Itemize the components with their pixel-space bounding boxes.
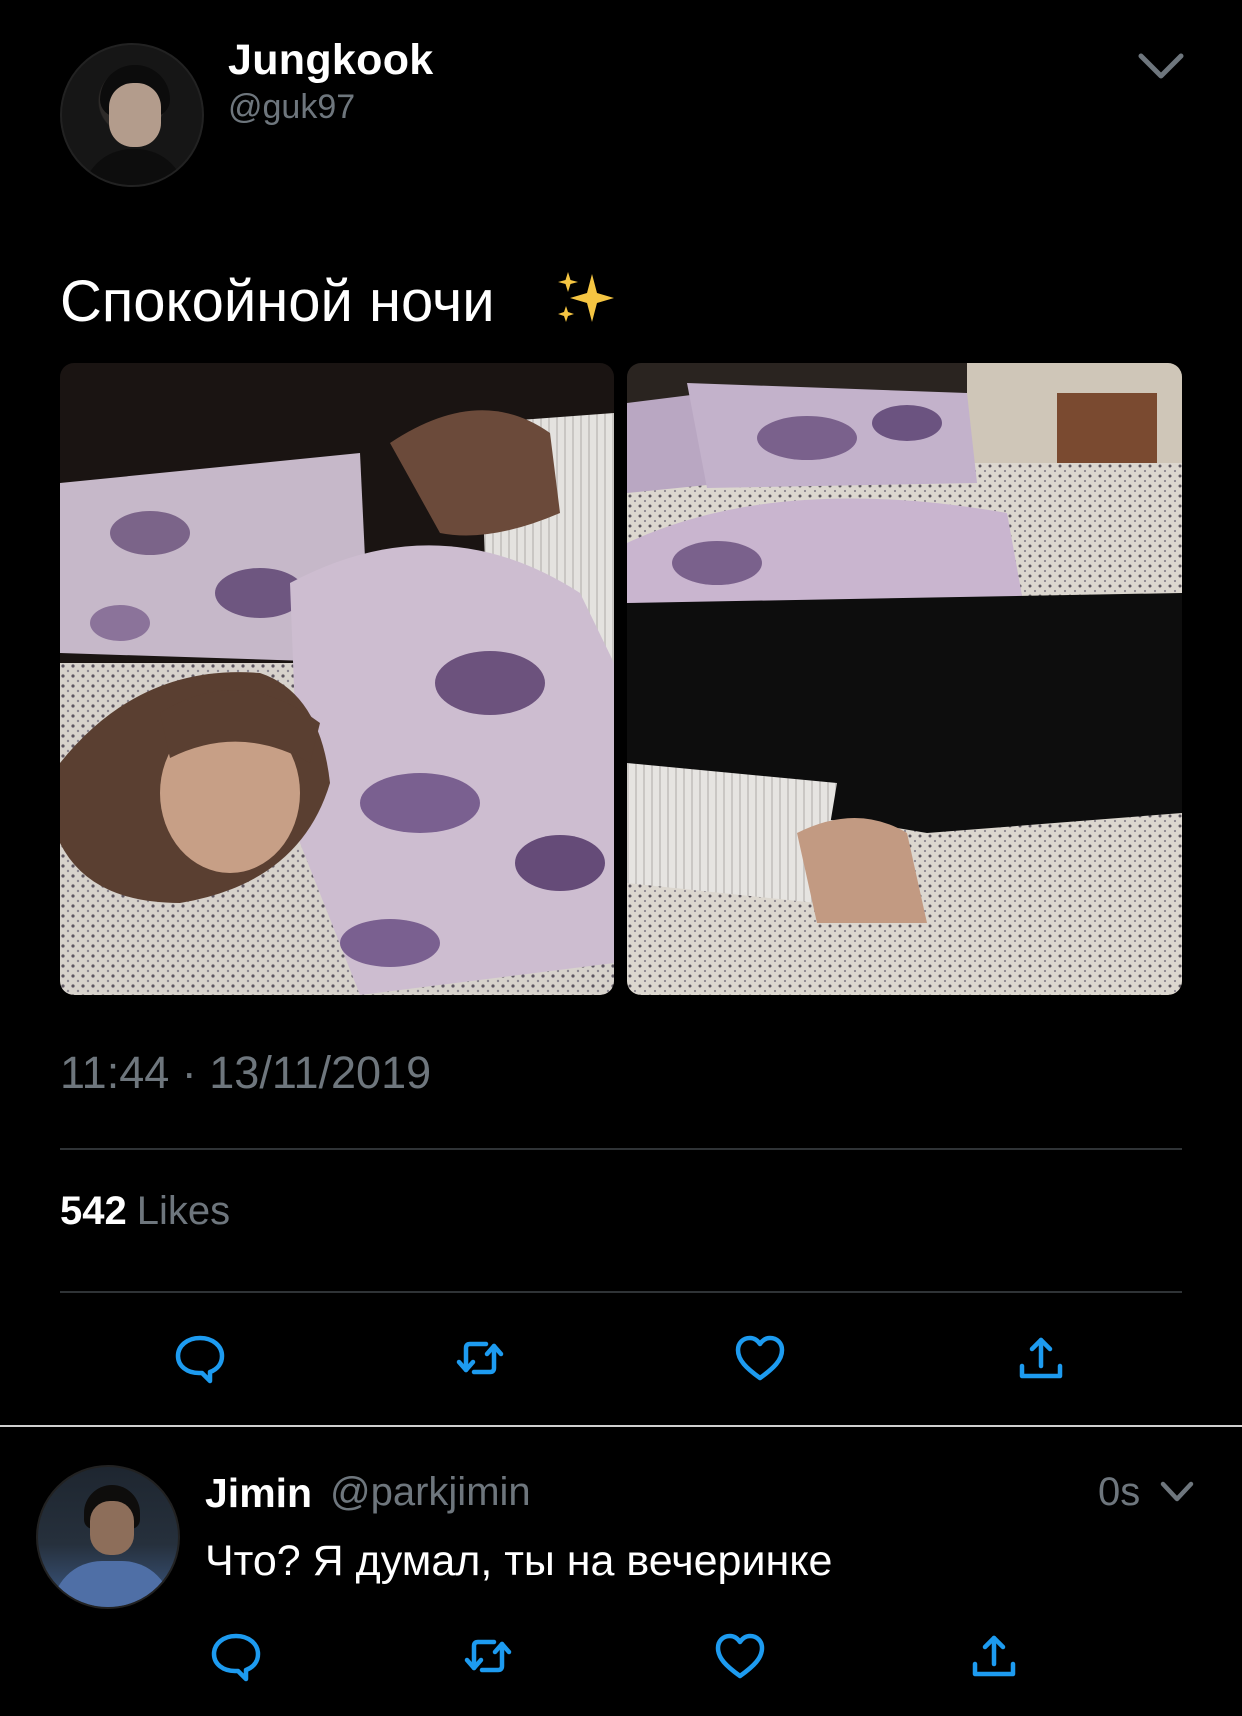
photo-2-image [627, 363, 1182, 995]
retweet-icon[interactable] [460, 1628, 516, 1684]
share-icon[interactable] [1013, 1330, 1069, 1386]
avatar-body [82, 149, 186, 185]
tweet-photo-1[interactable] [60, 363, 614, 995]
author-name[interactable]: Jungkook [228, 36, 433, 85]
reply-icon[interactable] [208, 1628, 264, 1684]
sparkles-icon [558, 272, 614, 322]
retweet-icon[interactable] [452, 1330, 508, 1386]
section-divider [0, 1425, 1242, 1427]
divider [60, 1291, 1182, 1293]
reply-author-name[interactable]: Jimin [205, 1470, 312, 1517]
reply-author-avatar[interactable] [36, 1465, 180, 1609]
photo-1-image [60, 363, 614, 995]
tweet-photo-2[interactable] [627, 363, 1182, 995]
avatar-face [90, 1501, 134, 1555]
chevron-down-icon[interactable] [1158, 1474, 1196, 1510]
chevron-down-icon[interactable] [1133, 46, 1189, 86]
divider [60, 1148, 1182, 1150]
author-avatar[interactable] [60, 43, 204, 187]
likes-label: Likes [136, 1189, 231, 1233]
likes-count: 542 [60, 1189, 127, 1233]
avatar-face [109, 83, 161, 147]
like-icon[interactable] [712, 1628, 768, 1684]
reply-icon[interactable] [172, 1330, 228, 1386]
tweet-timestamp: 11:44 · 13/11/2019 [60, 1047, 432, 1098]
reply-timestamp: 0s [1098, 1470, 1141, 1514]
tweet-text: Спокойной ночи [60, 269, 495, 334]
reply-text: Что? Я думал, ты на вечеринке [205, 1537, 833, 1585]
like-icon[interactable] [732, 1330, 788, 1386]
likes-row[interactable]: 542 Likes [60, 1189, 230, 1234]
reply-author-handle[interactable]: @parkjimin [330, 1470, 531, 1515]
share-icon[interactable] [966, 1628, 1022, 1684]
avatar-body [52, 1561, 172, 1607]
author-handle[interactable]: @guk97 [228, 88, 355, 127]
